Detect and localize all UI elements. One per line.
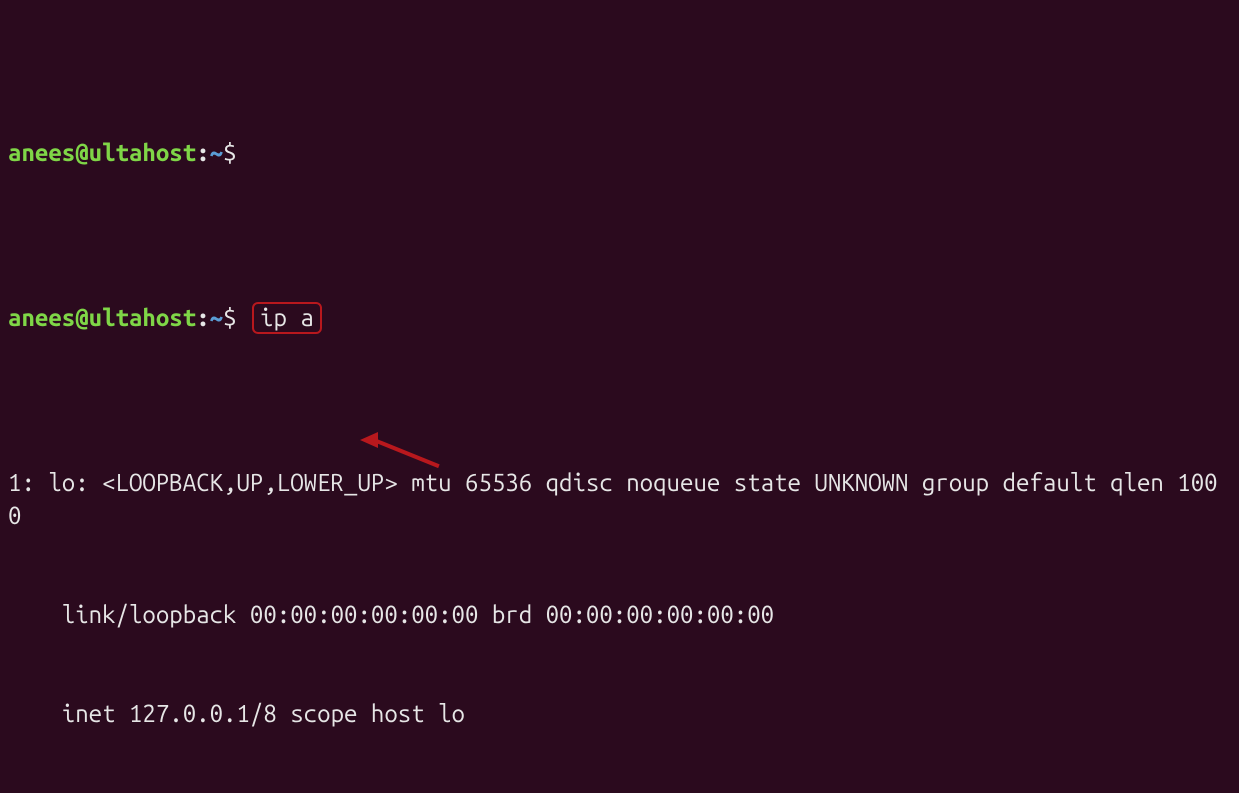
prompt-line-command: anees@ultahost:~$ ip a (8, 301, 1231, 334)
prompt-colon: : (196, 304, 209, 331)
prompt-path: ~ (210, 304, 223, 331)
prompt-symbol: $ (223, 139, 236, 166)
prompt-user: anees (8, 139, 75, 166)
output-lo-header: 1: lo: <LOOPBACK,UP,LOWER_UP> mtu 65536 … (8, 466, 1231, 532)
output-lo-link: link/loopback 00:00:00:00:00:00 brd 00:0… (8, 598, 1231, 631)
command-text: ip a (260, 304, 314, 331)
prompt-symbol: $ (223, 304, 236, 331)
output-lo-inet: inet 127.0.0.1/8 scope host lo (8, 697, 1231, 730)
prompt-host: ultahost (89, 304, 197, 331)
prompt-at: @ (75, 139, 88, 166)
prompt-path: ~ (210, 139, 223, 166)
prompt-host: ultahost (89, 139, 197, 166)
prompt-user: anees (8, 304, 75, 331)
terminal-window[interactable]: anees@ultahost:~$ anees@ultahost:~$ ip a… (0, 0, 1239, 793)
prompt-at: @ (75, 304, 88, 331)
command-highlight-box: ip a (252, 302, 322, 334)
prompt-line-empty: anees@ultahost:~$ (8, 136, 1231, 169)
prompt-colon: : (196, 139, 209, 166)
